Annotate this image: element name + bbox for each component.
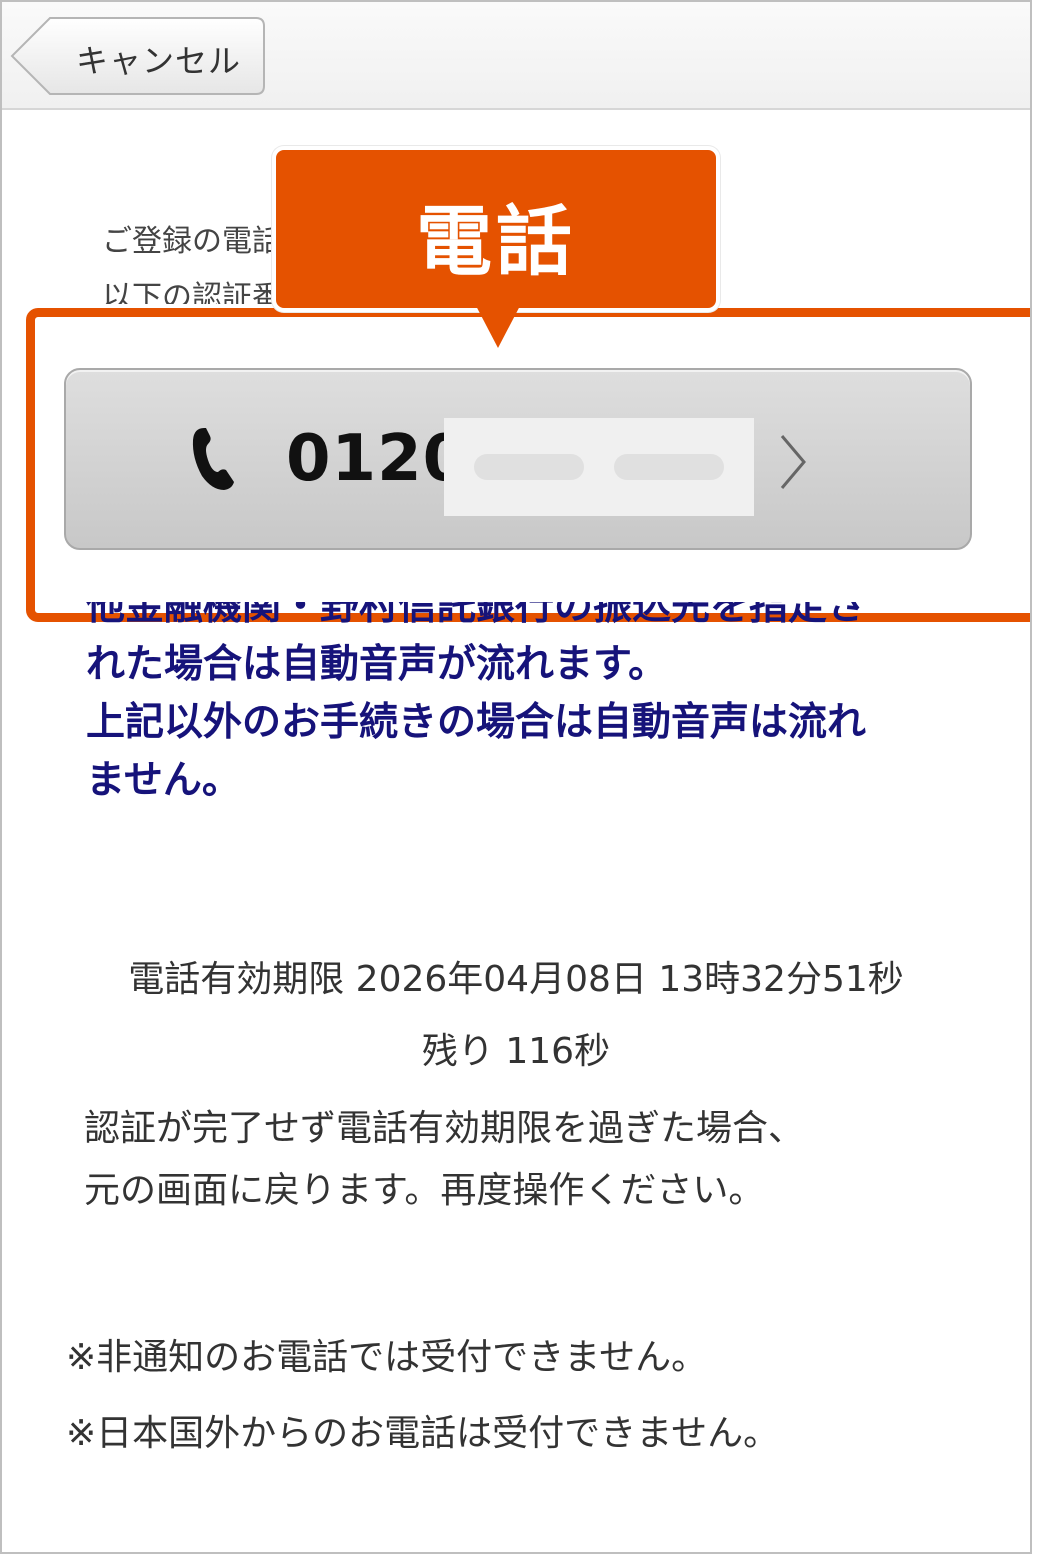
- expiry-remaining: 残り 116秒: [421, 1031, 611, 1072]
- callout-pointer: [474, 302, 522, 348]
- phone-icon: [192, 428, 234, 490]
- warning-line-2: 元の画面に戻ります。再度操作ください。: [84, 1170, 765, 1211]
- expiry-deadline: 電話有効期限 2026年04月08日 13時32分51秒: [128, 959, 904, 1000]
- redacted-number-mask: [444, 418, 754, 516]
- note-item: ※日本国外からのお電話は受付できません。: [66, 1413, 780, 1454]
- auto-voice-notice: 他金融機関・野村信託銀行の振込先を指定さ れた場合は自動音声が流れます。 上記以…: [86, 602, 966, 810]
- cancel-label: キャンセル: [76, 42, 242, 80]
- callout-label: 電話: [272, 146, 720, 312]
- expiry-info: 電話有効期限 2026年04月08日 13時32分51秒 残り 116秒: [2, 944, 1030, 1088]
- notice-line-1: れた場合は自動音声が流れます。: [86, 642, 668, 687]
- callout-text: 電話: [416, 197, 576, 286]
- timeout-warning: 認証が完了せず電話有効期限を過ぎた場合、 元の画面に戻ります。再度操作ください。: [84, 1098, 984, 1222]
- chevron-right-icon: [780, 435, 806, 489]
- notice-line-2: 上記以外のお手続きの場合は自動音声は流れ: [86, 700, 867, 745]
- note-item: ※非通知のお電話では受付できません。: [66, 1337, 708, 1378]
- notes-list: ※非通知のお電話では受付できません。 ※日本国外からのお電話は受付できません。: [66, 1320, 1006, 1472]
- notice-line-0: 他金融機関・野村信託銀行の振込先を指定さ: [86, 602, 867, 629]
- phone-auth-screen: キャンセル ご登録の電話番号から、 以下の認証番号にお電話ください。 0120-…: [0, 0, 1032, 1554]
- call-phone-button[interactable]: 0120-: [64, 368, 972, 550]
- header-bar: キャンセル: [2, 2, 1030, 110]
- cancel-button[interactable]: キャンセル: [10, 16, 266, 96]
- warning-line-1: 認証が完了せず電話有効期限を過ぎた場合、: [84, 1108, 805, 1149]
- notice-line-3: ません。: [86, 758, 241, 803]
